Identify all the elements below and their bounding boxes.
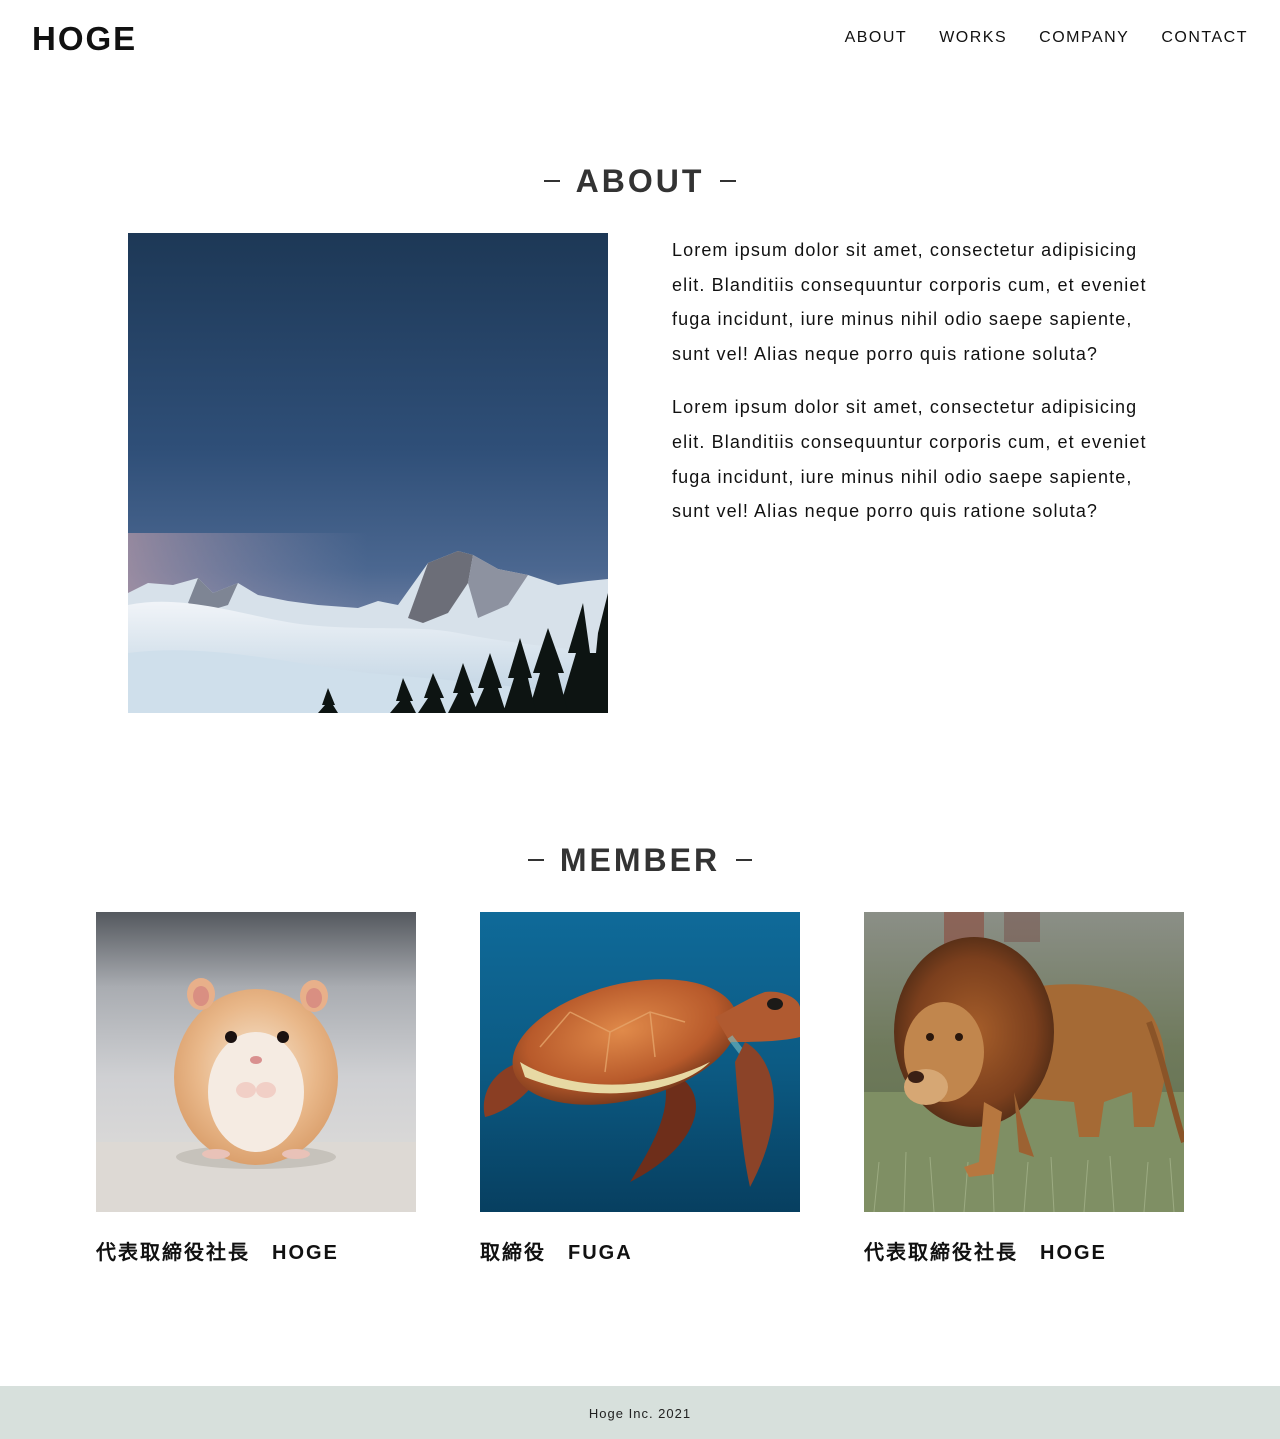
footer-copyright: Hoge Inc. 2021 bbox=[588, 1406, 692, 1421]
member-name: 代表取締役社長 HOGE bbox=[96, 1242, 339, 1264]
nav-item-company[interactable]: COMPANY bbox=[1039, 28, 1129, 48]
site-logo[interactable]: HOGE bbox=[32, 19, 137, 59]
member-heading: MEMBER bbox=[559, 842, 721, 878]
member-name: 取締役 FUGA bbox=[480, 1242, 633, 1264]
member-card: 代表取締役社長 HOGE bbox=[96, 912, 416, 1266]
sea-turtle-photo bbox=[480, 912, 800, 1212]
member-section-title: MEMBER bbox=[0, 840, 1280, 880]
about-text: Lorem ipsum dolor sit amet, consectetur … bbox=[672, 233, 1152, 548]
main-nav: ABOUT WORKS COMPANY CONTACT bbox=[845, 28, 1248, 48]
about-mountain-image bbox=[128, 233, 608, 713]
member-photo bbox=[480, 912, 800, 1212]
about-paragraph: Lorem ipsum dolor sit amet, consectetur … bbox=[672, 397, 1147, 522]
mountain-landscape-photo bbox=[128, 233, 608, 713]
site-footer: Hoge Inc. 2021 bbox=[0, 1386, 1280, 1439]
about-section-title: ABOUT bbox=[0, 161, 1280, 201]
site-header: HOGE ABOUT WORKS COMPANY CONTACT bbox=[0, 0, 1280, 78]
title-dash-left bbox=[527, 859, 544, 861]
member-name: 代表取締役社長 HOGE bbox=[864, 1242, 1107, 1264]
lion-photo bbox=[864, 912, 1184, 1212]
title-dash-right bbox=[736, 859, 753, 861]
hamster-photo bbox=[96, 912, 416, 1212]
about-heading: ABOUT bbox=[575, 163, 705, 199]
nav-item-about[interactable]: ABOUT bbox=[845, 28, 908, 48]
member-card: 取締役 FUGA bbox=[480, 912, 800, 1266]
about-paragraph: Lorem ipsum dolor sit amet, consectetur … bbox=[672, 240, 1147, 364]
nav-item-contact[interactable]: CONTACT bbox=[1161, 28, 1248, 48]
nav-item-works[interactable]: WORKS bbox=[939, 28, 1007, 48]
member-photo bbox=[96, 912, 416, 1212]
member-card: 代表取締役社長 HOGE bbox=[864, 912, 1184, 1266]
title-dash-right bbox=[720, 180, 737, 182]
title-dash-left bbox=[543, 180, 560, 182]
member-photo bbox=[864, 912, 1184, 1212]
